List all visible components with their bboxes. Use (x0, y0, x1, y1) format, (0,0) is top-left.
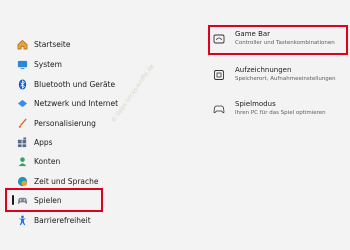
gamepad-icon (16, 194, 28, 206)
monitor-icon (16, 58, 28, 70)
nav-label: Konten (34, 156, 61, 166)
nav-label: Spielen (34, 195, 62, 205)
bluetooth-icon (16, 78, 28, 90)
nav-item-barrierefreiheit[interactable]: Barrierefreiheit (10, 212, 195, 228)
setting-spielmodus[interactable]: Spielmodus Ihren PC für das Spiel optimi… (213, 99, 348, 125)
nav-label: Barrierefreiheit (34, 215, 91, 225)
accessibility-icon (16, 214, 28, 226)
setting-title: Game Bar (235, 30, 271, 38)
game-bar-icon (213, 33, 225, 45)
setting-subtitle: Ihren PC für das Spiel optimieren (235, 110, 326, 116)
wifi-diamond-icon (16, 97, 28, 109)
nav-label: Bluetooth und Geräte (34, 79, 116, 89)
setting-title: Spielmodus (235, 100, 276, 108)
nav-item-personalisierung[interactable]: Personalisierung (10, 115, 195, 131)
nav-item-netzwerk[interactable]: Netzwerk und Internet (10, 95, 195, 111)
active-indicator (12, 195, 14, 205)
nav-item-apps[interactable]: Apps (10, 134, 195, 150)
setting-subtitle: Controller und Tastenkombinationen (235, 40, 335, 46)
nav-label: Startseite (34, 39, 71, 49)
nav-label: Apps (34, 137, 53, 147)
setting-game-bar[interactable]: Game Bar Controller und Tastenkombinatio… (213, 29, 348, 55)
nav-label: Netzwerk und Internet (34, 98, 119, 108)
apps-icon (16, 136, 28, 148)
brush-icon (16, 117, 28, 129)
game-mode-icon (213, 103, 225, 115)
nav-item-startseite[interactable]: Startseite (10, 36, 195, 52)
person-icon (16, 155, 28, 167)
nav-label: Zeit und Sprache (34, 176, 99, 186)
nav-item-bluetooth[interactable]: Bluetooth und Geräte (10, 76, 195, 92)
setting-subtitle: Speicherort, Aufnahmeeinstellungen (235, 76, 336, 82)
nav-item-zeit-und-sprache[interactable]: Zeit und Sprache (10, 173, 195, 189)
nav-label: Personalisierung (34, 118, 96, 128)
nav-item-spielen[interactable]: Spielen (10, 192, 195, 208)
setting-title: Aufzeichnungen (235, 66, 292, 74)
nav-item-system[interactable]: System (10, 56, 195, 72)
globe-clock-icon (16, 175, 28, 187)
capture-icon (213, 69, 225, 81)
nav-label: System (34, 59, 62, 69)
home-icon (16, 38, 28, 50)
setting-aufzeichnungen[interactable]: Aufzeichnungen Speicherort, Aufnahmeeins… (213, 65, 348, 91)
nav-item-konten[interactable]: Konten (10, 153, 195, 169)
